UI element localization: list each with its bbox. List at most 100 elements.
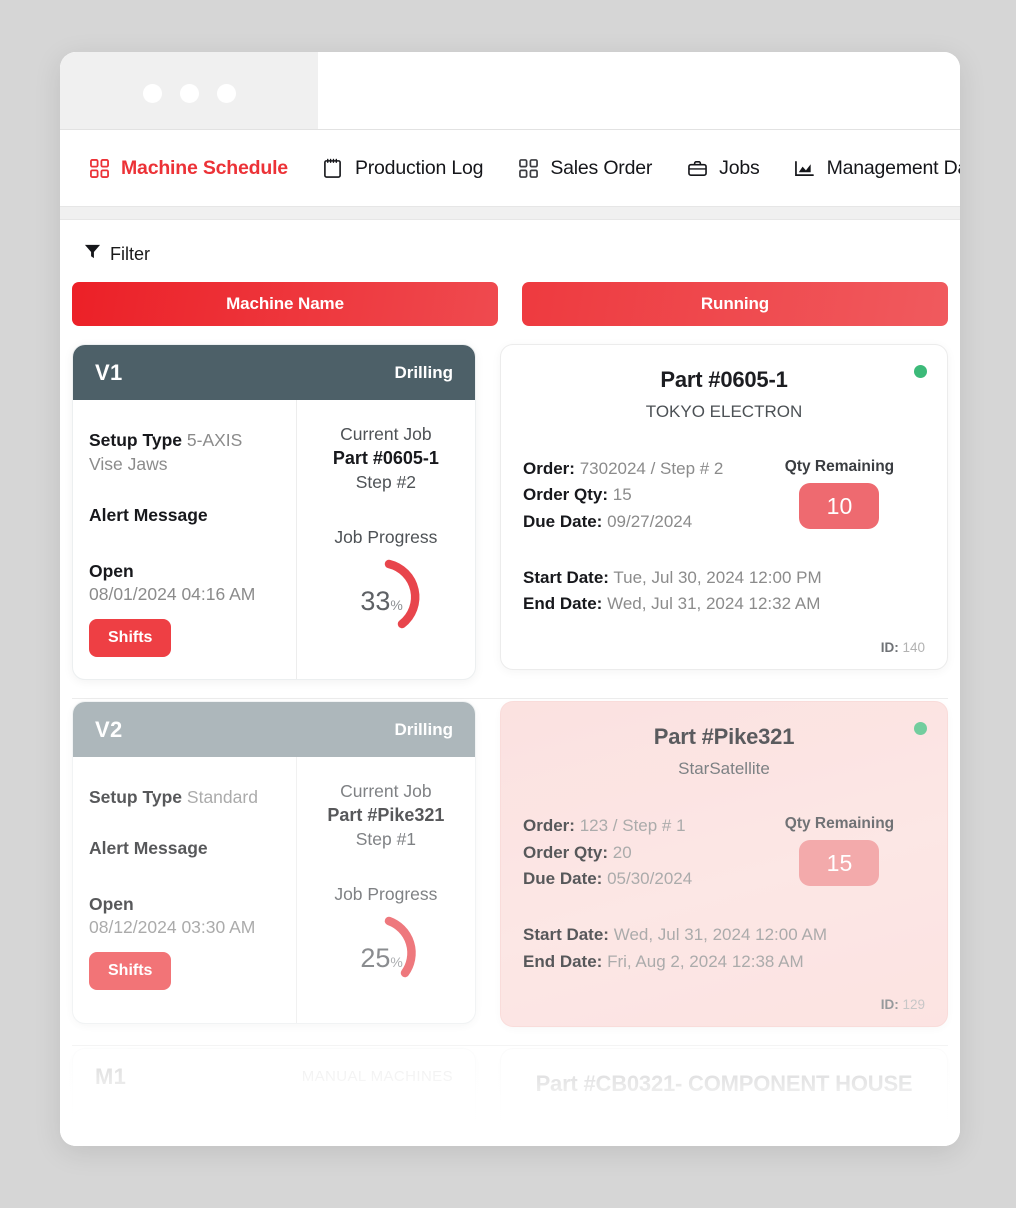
job-progress-label: Job Progress (334, 884, 438, 905)
column-headers: Machine Name Running (72, 272, 948, 326)
current-job-part: Part #0605-1 (332, 448, 439, 468)
column-header-running[interactable]: Running (522, 282, 948, 326)
alert-message-label: Alert Message (89, 838, 208, 859)
window-dot-close[interactable] (143, 84, 162, 103)
job-order-row: Order: 123 / Step # 1 (523, 813, 754, 839)
current-job-label: Current Job (340, 424, 432, 444)
job-progress-number: 33 (360, 586, 391, 616)
job-progress-value: 25% (335, 943, 403, 974)
job-id-value: 129 (902, 997, 925, 1012)
job-card-cb0321[interactable]: Part #CB0321- COMPONENT HOUSE (500, 1048, 948, 1146)
nav-item-label: Production Log (354, 156, 484, 179)
machine-details: Setup Type 5-AXIS Vise Jaws Alert Messag… (73, 400, 296, 679)
job-due-date-row: Due Date: 09/27/2024 (523, 509, 754, 535)
nav-item-machine-schedule[interactable]: Machine Schedule (88, 157, 288, 180)
job-order-label: Order: (523, 816, 575, 836)
open-label: Open (89, 561, 134, 582)
machine-card-body: Setup Type 5-AXIS Vise Jaws Alert Messag… (73, 400, 475, 680)
machine-row: M1 MANUAL MACHINES Part #CB0321- COMPONE… (72, 1048, 948, 1146)
column-header-machine-name[interactable]: Machine Name (72, 282, 498, 326)
nav-item-jobs[interactable]: Jobs (686, 157, 760, 180)
nav-item-label: Sales Order (550, 156, 653, 179)
shifts-button[interactable]: Shifts (89, 619, 172, 658)
filter-icon[interactable] (84, 243, 101, 265)
main-navigation: Machine Schedule Production Log Sales Or… (60, 130, 960, 206)
job-start-date-value: Wed, Jul 31, 2024 12:00 AM (613, 925, 827, 945)
open-label: Open (89, 894, 134, 915)
qty-remaining-block: Qty Remaining 15 (754, 813, 925, 887)
job-order-qty-row: Order Qty: 20 (523, 840, 754, 866)
setup-type-row: Setup Type 5-AXIS Vise Jaws (89, 428, 276, 476)
job-field-list: Order: 123 / Step # 1 Order Qty: 20 Due … (523, 813, 754, 892)
job-progress-value: 33% (335, 586, 403, 617)
machine-card-header: V2 Drilling (73, 702, 475, 758)
filter-label[interactable]: Filter (110, 244, 150, 265)
machine-card-header: V1 Drilling (73, 345, 475, 400)
setup-type-label: Setup Type (89, 430, 183, 450)
job-card-0605-1[interactable]: Part #0605-1 TOKYO ELECTRON Order: 73020… (500, 344, 948, 670)
status-dot-running (914, 722, 927, 736)
machine-name: V1 (95, 359, 123, 385)
job-progress-gauge: 33% (331, 552, 441, 644)
current-job-part: Part #Pike321 (327, 805, 445, 826)
machine-name: V2 (95, 716, 123, 742)
job-start-date-value: Tue, Jul 30, 2024 12:00 PM (613, 568, 822, 588)
qty-remaining-block: Qty Remaining 10 (754, 456, 925, 529)
qty-remaining-badge: 15 (799, 840, 880, 887)
job-end-date-row: End Date: Fri, Aug 2, 2024 12:38 AM (523, 949, 925, 975)
job-part-number: Part #0605-1 (660, 367, 788, 392)
job-due-date-label: Due Date: (523, 511, 603, 531)
job-card-pike321[interactable]: Part #Pike321 StarSatellite Order: 123 /… (500, 701, 948, 1027)
job-id-label: ID: (880, 639, 899, 655)
job-progress-unit: % (390, 954, 403, 971)
window-dot-maximize[interactable] (217, 84, 236, 103)
job-order-qty-label: Order Qty: (523, 842, 609, 862)
job-summary: Order: 123 / Step # 1 Order Qty: 20 Due … (523, 813, 925, 892)
setup-type-value: Standard (186, 787, 258, 808)
qty-remaining-label: Qty Remaining (784, 815, 895, 833)
open-date: 08/12/2024 03:30 AM (89, 917, 256, 938)
nav-divider-band (60, 206, 960, 220)
job-order-qty-row: Order Qty: 15 (523, 482, 754, 508)
nav-item-management-dash[interactable]: Management Dash (794, 157, 960, 180)
job-id-row: ID: 140 (523, 640, 925, 655)
job-progress-number: 25 (360, 943, 391, 974)
setup-type-row: Setup Type Standard (89, 785, 276, 809)
filter-bar: Filter (72, 220, 948, 272)
nav-item-label: Management Dash (826, 156, 960, 179)
machine-card-v2[interactable]: V2 Drilling Setup Type Standard Alert Me… (72, 701, 476, 1025)
machine-operation: MANUAL MACHINES (301, 1068, 453, 1085)
job-id-label: ID: (880, 997, 899, 1012)
content-area: Filter Machine Name Running V1 Drilling (60, 220, 960, 1146)
nav-item-production-log[interactable]: Production Log (322, 156, 484, 180)
job-due-date-value: 05/30/2024 (607, 868, 693, 888)
browser-chrome (60, 52, 960, 130)
window-dot-minimize[interactable] (180, 84, 199, 103)
machine-job-summary: Current Job Part #0605-1 Step #2 Job Pro… (295, 400, 475, 680)
shifts-button[interactable]: Shifts (89, 952, 172, 991)
job-due-date-value: 09/27/2024 (607, 511, 693, 531)
chart-icon (794, 157, 816, 179)
job-order-qty-label: Order Qty: (523, 485, 609, 505)
current-job-step: Step #2 (355, 472, 417, 492)
job-progress-gauge: 25% (331, 909, 441, 1001)
job-due-date-row: Due Date: 05/30/2024 (523, 866, 754, 892)
job-part-number: Part #Pike321 (653, 724, 795, 750)
machine-card-header: M1 MANUAL MACHINES (73, 1049, 475, 1104)
machine-card-v1[interactable]: V1 Drilling Setup Type 5-AXIS Vise Jaws … (72, 344, 476, 681)
job-field-list: Order: 7302024 / Step # 2 Order Qty: 15 … (523, 456, 754, 535)
grid-icon (517, 157, 539, 179)
job-start-date-label: Start Date: (523, 925, 609, 945)
machine-row: V1 Drilling Setup Type 5-AXIS Vise Jaws … (72, 344, 948, 700)
machine-row: V2 Drilling Setup Type Standard Alert Me… (72, 701, 948, 1046)
job-start-date-row: Start Date: Tue, Jul 30, 2024 12:00 PM (523, 565, 925, 591)
job-end-date-row: End Date: Wed, Jul 31, 2024 12:32 AM (523, 591, 925, 617)
setup-type-label: Setup Type (89, 787, 183, 808)
nav-item-sales-order[interactable]: Sales Order (517, 157, 652, 180)
notepad-icon (322, 157, 344, 179)
job-start-date-row: Start Date: Wed, Jul 31, 2024 12:00 AM (523, 922, 925, 948)
job-order-label: Order: (523, 459, 575, 478)
machine-card-m1[interactable]: M1 MANUAL MACHINES (72, 1048, 476, 1145)
machine-rows: V1 Drilling Setup Type 5-AXIS Vise Jaws … (72, 326, 948, 1146)
briefcase-icon (686, 157, 708, 179)
